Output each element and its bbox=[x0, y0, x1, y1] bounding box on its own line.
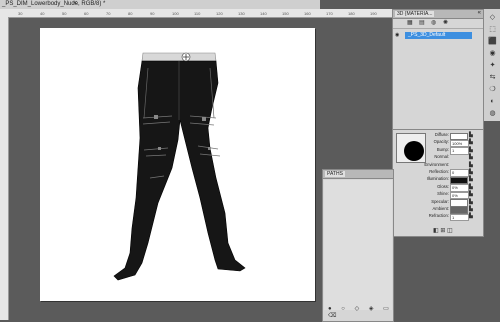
document-title: _PS_DIM_Lowerbody_Nude, RGB/8) * bbox=[2, 1, 106, 7]
3d-materials-panel[interactable]: 3D {MATERIA... « ▦ ▤ ◍ ✺ ◉ _PS_3D_Defaul… bbox=[392, 9, 484, 131]
ruler-tick: 150 bbox=[282, 11, 289, 16]
property-label: Gloss: bbox=[437, 183, 449, 189]
ruler-tick: 110 bbox=[194, 11, 201, 16]
lowerbody-3d-model bbox=[113, 52, 246, 281]
property-label: Environment: bbox=[424, 161, 449, 167]
ruler-tick: 180 bbox=[348, 11, 355, 16]
tab-3d-materials[interactable]: 3D {MATERIA... bbox=[395, 11, 435, 17]
texture-menu-icon[interactable]: ▙ bbox=[469, 199, 473, 205]
texture-menu-icon[interactable]: ▙ bbox=[469, 162, 473, 168]
ruler-tick: 70 bbox=[106, 11, 111, 16]
tool-button[interactable]: ⬛ bbox=[487, 37, 498, 47]
material-list-item[interactable]: _PS_3D_Default bbox=[405, 32, 472, 39]
materials-icon[interactable]: ◍ bbox=[431, 20, 438, 26]
ruler-tick: 140 bbox=[260, 11, 267, 16]
property-label: Reflection: bbox=[429, 168, 449, 174]
close-tab-button[interactable]: × bbox=[73, 0, 77, 7]
paths-footer-icons[interactable]: ● ○ ◇ ◈ ▭ ⌫ bbox=[328, 305, 393, 319]
material-property-row: Environment: ▙ bbox=[424, 161, 481, 169]
vertical-ruler bbox=[0, 17, 9, 320]
texture-menu-icon[interactable]: ▙ bbox=[469, 154, 473, 160]
ruler-tick: 90 bbox=[150, 11, 155, 16]
mesh-icon[interactable]: ▤ bbox=[419, 20, 426, 26]
tool-button[interactable]: ◉ bbox=[487, 49, 498, 59]
ruler-tick: 40 bbox=[40, 11, 45, 16]
property-label: Bump: bbox=[436, 146, 449, 152]
material-property-row: Specular: ▙ bbox=[425, 198, 481, 207]
tool-button[interactable]: ❍ bbox=[487, 85, 498, 95]
ruler-tick: 190 bbox=[370, 11, 377, 16]
tab-paths[interactable]: PATHS bbox=[325, 171, 345, 177]
tool-button[interactable]: ⇆ bbox=[487, 73, 498, 83]
material-property-row: Shine: 0% ▙ bbox=[425, 191, 481, 200]
material-property-rows: Diffuse: ▙ Opacity: 100% ▙ Bump: 1 ▙ Normal: ▙ Env… bbox=[424, 132, 481, 222]
ruler-tick: 60 bbox=[84, 11, 89, 16]
scene-icon[interactable]: ▦ bbox=[407, 20, 414, 26]
ruler-tick: 30 bbox=[18, 11, 23, 16]
ruler-tick: 100 bbox=[172, 11, 179, 16]
tool-button[interactable]: ◐ bbox=[487, 97, 498, 107]
texture-menu-icon[interactable]: ▙ bbox=[469, 206, 473, 212]
paths-header: PATHS bbox=[323, 170, 393, 179]
texture-menu-icon[interactable]: ▙ bbox=[469, 147, 473, 153]
material-property-row: Illumination: ▙ bbox=[425, 176, 481, 185]
material-property-row: Opacity: 100% ▙ bbox=[425, 139, 481, 148]
tool-button[interactable]: ◍ bbox=[487, 109, 498, 119]
property-label: Ambient: bbox=[432, 205, 449, 211]
tool-button[interactable]: ⬚ bbox=[487, 25, 498, 35]
lights-icon[interactable]: ✺ bbox=[443, 20, 450, 26]
property-label: Illumination: bbox=[426, 176, 449, 182]
horizontal-ruler: 30 40 50 60 70 80 90 100 110 120 130 140 150 160 170 18… bbox=[0, 9, 392, 18]
material-property-row: Normal: ▙ bbox=[425, 154, 481, 161]
tools-strip: ◇ ⬚ ⬛ ◉ ✦ ⇆ ❍ ◐ ◍ bbox=[483, 9, 500, 121]
ruler-tick: 170 bbox=[326, 11, 333, 16]
ruler-tick: 80 bbox=[128, 11, 133, 16]
texture-menu-icon[interactable]: ▙ bbox=[469, 132, 473, 138]
ruler-tick: 120 bbox=[216, 11, 223, 16]
tool-button[interactable]: ✦ bbox=[487, 61, 498, 71]
material-preview-swatch[interactable] bbox=[396, 133, 426, 163]
property-value-field[interactable]: 1 bbox=[450, 213, 469, 222]
panel-header: 3D {MATERIA... « bbox=[393, 10, 483, 19]
texture-menu-icon[interactable]: ▙ bbox=[469, 184, 473, 190]
material-property-row: Refraction: 1 ▙ bbox=[425, 213, 481, 222]
document-canvas[interactable] bbox=[40, 28, 315, 301]
property-label: Refraction: bbox=[428, 213, 449, 219]
texture-menu-icon[interactable]: ▙ bbox=[469, 139, 473, 145]
paths-list bbox=[324, 180, 392, 310]
ruler-tick: 50 bbox=[62, 11, 67, 16]
property-label: Shine: bbox=[437, 191, 449, 197]
property-label: Normal: bbox=[434, 154, 449, 160]
property-label: Opacity: bbox=[433, 139, 449, 145]
material-footer-icons[interactable]: ◧ ⊞ ◫ bbox=[433, 227, 453, 234]
property-label: Specular: bbox=[431, 198, 449, 204]
ruler-tick: 130 bbox=[238, 11, 245, 16]
ruler-tick: 160 bbox=[304, 11, 311, 16]
texture-menu-icon[interactable]: ▙ bbox=[469, 169, 473, 175]
collapse-panel-icon[interactable]: « bbox=[478, 10, 481, 16]
property-label: Diffuse: bbox=[434, 132, 449, 137]
texture-menu-icon[interactable]: ▙ bbox=[469, 213, 473, 219]
paths-panel: PATHS ● ○ ◇ ◈ ▭ ⌫ bbox=[322, 169, 394, 322]
tool-button[interactable]: ◇ bbox=[487, 13, 498, 23]
3d-filter-icons: ▦ ▤ ◍ ✺ bbox=[393, 19, 483, 29]
visibility-eye-icon[interactable]: ◉ bbox=[395, 32, 403, 39]
texture-menu-icon[interactable]: ▙ bbox=[469, 191, 473, 197]
material-properties-panel: Diffuse: ▙ Opacity: 100% ▙ Bump: 1 ▙ Normal: ▙ Env… bbox=[392, 129, 484, 237]
texture-menu-icon[interactable]: ▙ bbox=[469, 176, 473, 182]
material-preview-sphere bbox=[404, 141, 424, 161]
